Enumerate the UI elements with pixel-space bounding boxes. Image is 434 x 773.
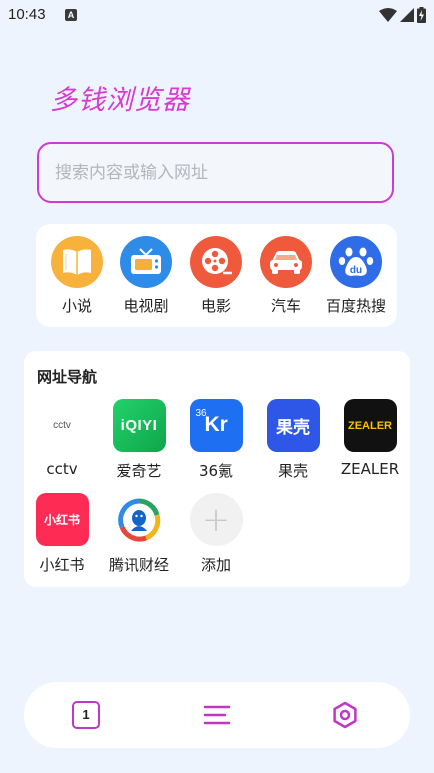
status-indicators: [379, 6, 426, 24]
shortcut-baidu-hot[interactable]: du 百度热搜: [321, 236, 391, 320]
wifi-icon: [379, 8, 397, 22]
add-icon: +: [189, 493, 243, 546]
svg-text:du: du: [350, 265, 362, 276]
nav-item-zealer[interactable]: ZEALER ZEALER: [333, 399, 407, 483]
nav-item-label: 添加: [200, 556, 231, 574]
iqiyi-logo-icon: iQIYI: [112, 399, 166, 452]
shortcut-tv-icon-bg: [120, 236, 172, 288]
shortcut-label: 电视剧: [123, 297, 169, 315]
shortcut-label: 汽车: [270, 297, 301, 315]
notification-a-icon: A: [65, 9, 77, 21]
search-box[interactable]: [37, 142, 394, 203]
nav-item-label: cctv: [46, 460, 78, 478]
zealer-logo-text: ZEALER: [348, 419, 392, 432]
car-icon: [270, 251, 302, 274]
shortcut-car-icon-bg: [260, 236, 312, 288]
nav-item-cctv[interactable]: cctv cctv: [25, 399, 99, 483]
guokr-logo-icon: 果壳: [266, 399, 320, 452]
shortcut-movie-icon-bg: [190, 236, 242, 288]
shortcut-car[interactable]: 汽车: [251, 236, 321, 320]
film-reel-icon: [202, 248, 232, 275]
zealer-logo-icon: ZEALER: [343, 399, 397, 452]
add-plus-text: +: [201, 499, 231, 540]
nav-item-xiaohongshu[interactable]: 小红书 小红书: [25, 493, 99, 577]
nav-item-guokr[interactable]: 果壳 果壳: [256, 399, 330, 483]
36kr-logo-text: Kr: [204, 413, 228, 436]
status-time: 10:43: [8, 6, 46, 23]
search-input[interactable]: [55, 144, 375, 201]
nav-section-title: 网址导航: [37, 368, 98, 386]
shortcut-novel[interactable]: 小说: [42, 236, 112, 320]
nav-item-label: ZEALER: [340, 460, 400, 478]
app-title: 多钱浏览器: [50, 85, 190, 116]
menu-icon[interactable]: [202, 702, 232, 728]
xiaohongshu-logo-text: 小红书: [43, 513, 80, 527]
nav-item-label: 36氪: [198, 462, 234, 480]
nav-item-label: 小红书: [39, 556, 85, 574]
iqiyi-logo-text: iQIYI: [120, 417, 158, 434]
nav-card: 网址导航 cctv cctv iQIYI 爱奇艺 36 Kr 36氪 果壳 果壳…: [24, 351, 410, 587]
nav-item-label: 腾讯财经: [108, 556, 169, 574]
book-icon: [63, 249, 91, 275]
nav-item-label: 爱奇艺: [116, 462, 162, 480]
tencent-news-logo-icon: [112, 493, 166, 546]
tab-count-button[interactable]: 1: [72, 701, 100, 729]
guokr-logo-text: 果壳: [276, 418, 310, 438]
nav-item-tencent-finance[interactable]: 腾讯财经: [102, 493, 176, 577]
xiaohongshu-logo-icon: 小红书: [35, 493, 89, 546]
status-bar: 10:43 A: [0, 0, 434, 30]
nav-item-add[interactable]: + 添加: [179, 493, 253, 577]
nav-item-label: 果壳: [277, 462, 308, 480]
tencent-news-logo-svg: [118, 498, 161, 542]
settings-hexagon-icon[interactable]: [330, 700, 360, 730]
battery-charging-icon: [417, 7, 426, 23]
shortcut-novel-icon-bg: [51, 236, 103, 288]
bottom-bar: 1: [24, 682, 410, 748]
cctv-logo-icon: cctv: [35, 399, 89, 452]
shortcut-baidu-icon-bg: du: [330, 236, 382, 288]
shortcut-label: 百度热搜: [325, 297, 386, 315]
36kr-logo-icon: 36 Kr: [189, 399, 243, 452]
cctv-logo-text: cctv: [53, 420, 71, 431]
nav-item-36kr[interactable]: 36 Kr 36氪: [179, 399, 253, 483]
shortcut-tv-series[interactable]: 电视剧: [111, 236, 181, 320]
shortcut-label: 电影: [200, 297, 231, 315]
shortcut-movie[interactable]: 电影: [181, 236, 251, 320]
shortcut-label: 小说: [61, 297, 92, 315]
signal-icon: [400, 8, 414, 22]
tv-icon: [131, 248, 161, 274]
shortcut-card: 小说 电视剧 电影 汽车 du 百度热搜: [36, 224, 397, 327]
baidu-paw-icon: du: [338, 247, 374, 276]
nav-item-iqiyi[interactable]: iQIYI 爱奇艺: [102, 399, 176, 483]
